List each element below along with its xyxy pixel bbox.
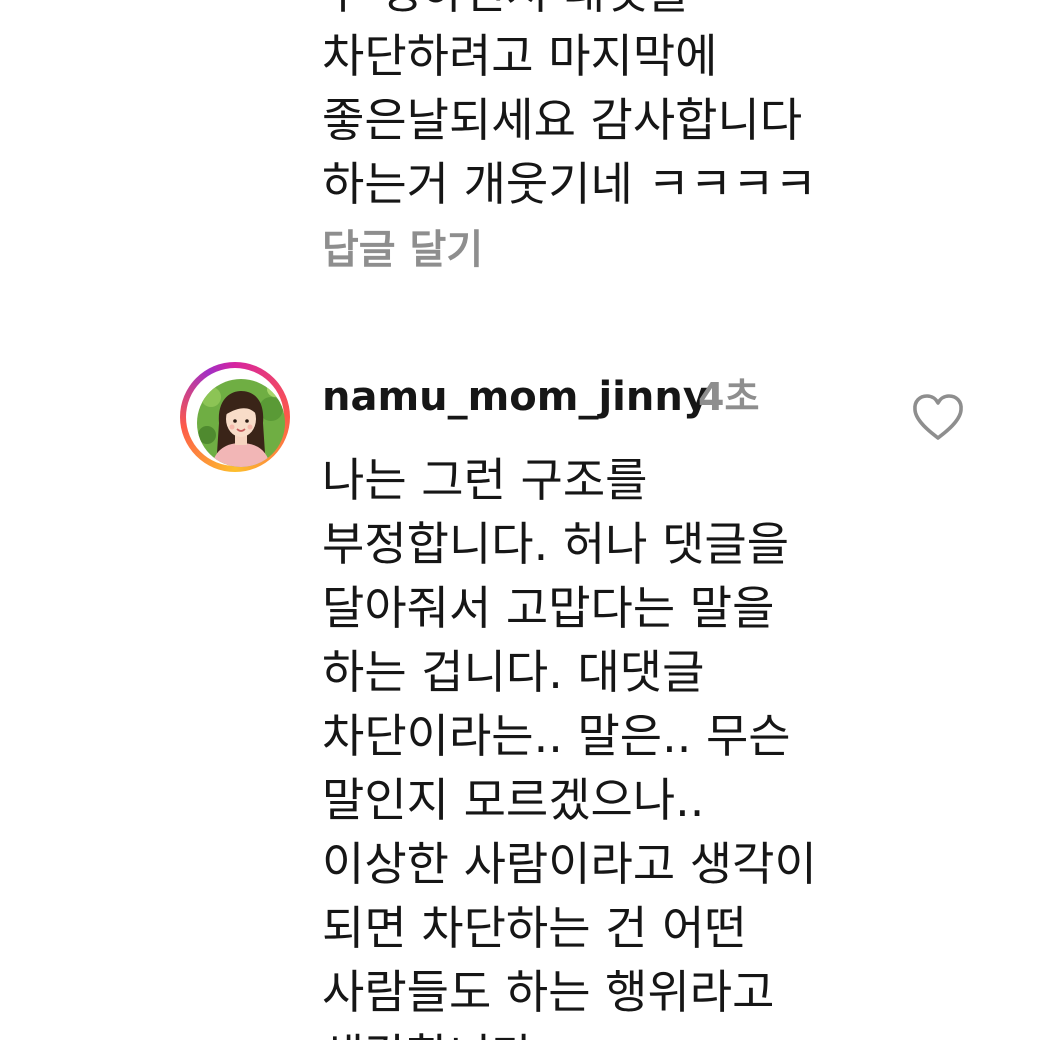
- previous-comment-text: 무 생하면서 대댓을 차단하려고 마지막에 좋은날되세요 감사합니다 하는거 개…: [322, 0, 922, 216]
- comment-line: 이상한 사람이라고 생각이: [322, 837, 817, 891]
- comment-username[interactable]: namu_mom_jinny: [322, 372, 709, 422]
- comment-line: 나는 그런 구조를: [322, 453, 648, 507]
- comment-timestamp: 4초: [698, 375, 760, 419]
- comment-line: 차단하려고 마지막에: [322, 29, 718, 83]
- avatar[interactable]: [197, 379, 285, 467]
- avatar-ring-gap: [186, 368, 285, 467]
- profile-avatar-icon: [197, 379, 285, 467]
- comment-line: 말인지 모르겠으나..: [322, 773, 705, 827]
- comment-text: 나는 그런 구조를 부정합니다. 허나 댓글을 달아줘서 고맙다는 말을 하는 …: [322, 448, 922, 1040]
- like-button[interactable]: [910, 392, 966, 444]
- comment-line: 무 생하면서 대댓을: [322, 0, 922, 24]
- comment-line: 사람들도 하는 행위라고: [322, 965, 775, 1019]
- reply-button[interactable]: 답글 달기: [322, 224, 483, 276]
- comment-line: 되면 차단하는 건 어떤: [322, 901, 747, 955]
- comment-thread: 무 생하면서 대댓을 차단하려고 마지막에 좋은날되세요 감사합니다 하는거 개…: [0, 0, 1040, 1040]
- comment-line: 달아줘서 고맙다는 말을: [322, 581, 775, 635]
- comment-line: 부정합니다. 허나 댓글을: [322, 517, 790, 571]
- story-ring[interactable]: [180, 362, 290, 472]
- comment-line: 차단이라는.. 말은.. 무슨: [322, 709, 791, 763]
- comment-line: 생각합니다.: [322, 1024, 922, 1040]
- heart-outline-icon: [913, 394, 963, 440]
- comment-line: 하는 겁니다. 대댓글: [322, 645, 705, 699]
- comment-line: 하는거 개웃기네 ㅋㅋㅋㅋ: [322, 157, 817, 211]
- comment-line: 좋은날되세요 감사합니다: [322, 93, 803, 147]
